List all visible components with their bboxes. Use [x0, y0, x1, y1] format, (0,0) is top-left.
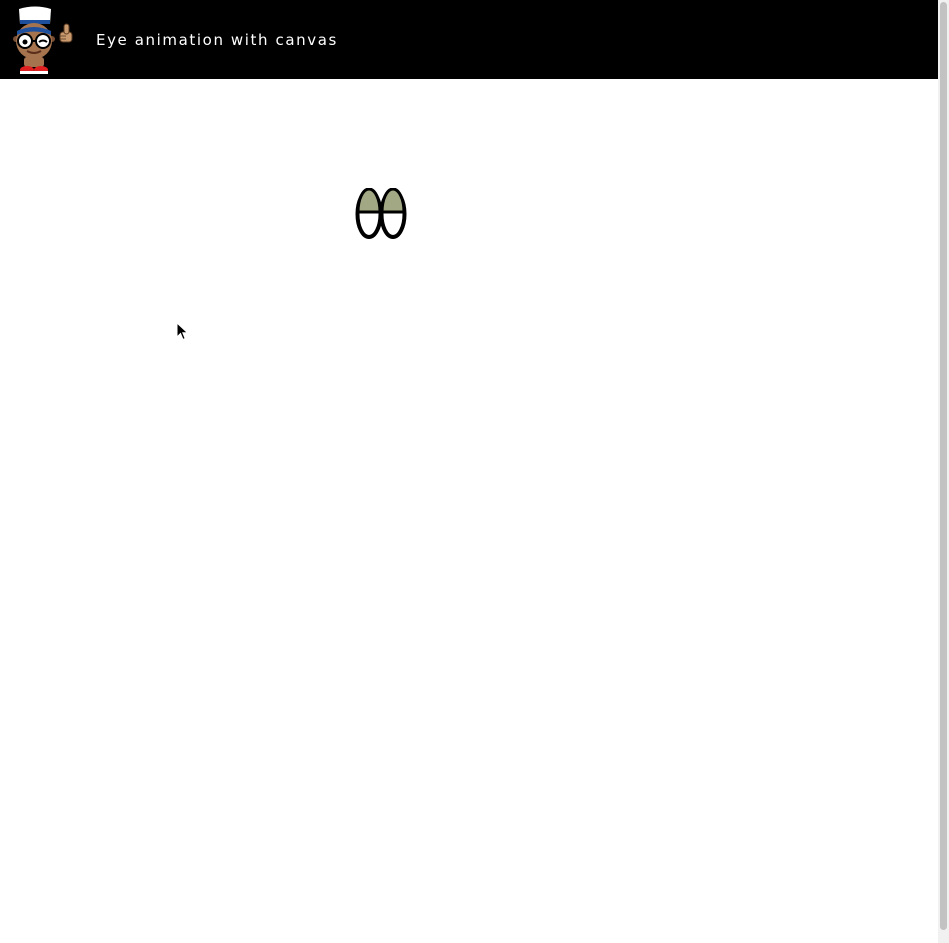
page-title: Eye animation with canvas [96, 31, 338, 49]
page-header: Eye animation with canvas [0, 0, 938, 79]
eyes-icon [355, 188, 407, 239]
scrollbar-thumb[interactable] [940, 2, 947, 930]
eye-canvas[interactable] [0, 79, 938, 943]
mouse-pointer-icon [176, 322, 189, 341]
thumbs-up-avatar-icon [13, 6, 73, 74]
